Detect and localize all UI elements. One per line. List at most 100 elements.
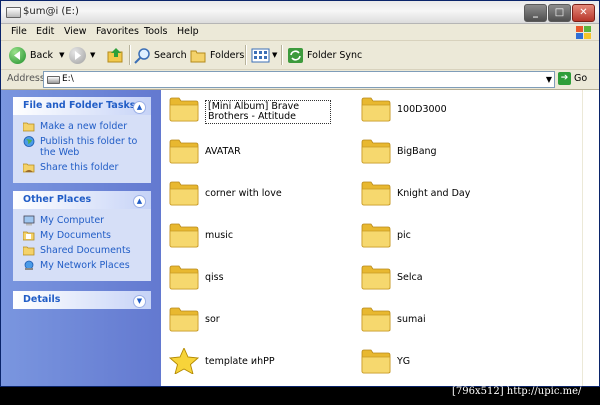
up-folder-button[interactable] — [107, 46, 125, 64]
file-item[interactable]: corner with love — [169, 178, 354, 210]
folder-sync-icon — [288, 47, 303, 63]
file-item[interactable]: qiss — [169, 262, 354, 294]
minimize-button[interactable]: _ — [524, 4, 547, 22]
shared-documents-icon — [23, 246, 35, 256]
file-list: [Mini Album] Brave Brothers - Attitude 10… — [161, 90, 581, 386]
other-places-panel: Other Places ▲ My Computer My Documents … — [13, 191, 151, 281]
my-documents-icon — [23, 231, 35, 241]
file-item[interactable]: template иhPP — [169, 346, 354, 378]
file-item[interactable]: BigBang — [361, 136, 546, 168]
folder-icon — [361, 97, 391, 122]
go-button[interactable]: ➔ Go — [558, 72, 587, 85]
file-name: 100D3000 — [397, 104, 447, 115]
vertical-scrollbar[interactable] — [582, 90, 599, 386]
folder-icon — [169, 97, 199, 122]
drive-icon — [47, 76, 60, 84]
file-name: pic — [397, 230, 411, 241]
file-item[interactable]: Knight and Day — [361, 178, 546, 210]
back-arrow-icon — [9, 46, 26, 64]
watermark-text: [796x512] http://upic.me/ — [452, 386, 582, 397]
menu-view[interactable]: View — [64, 26, 87, 37]
menu-favorites[interactable]: Favorites — [96, 26, 139, 37]
file-item[interactable]: [Mini Album] Brave Brothers - Attitude — [169, 94, 354, 126]
drive-icon — [6, 7, 21, 18]
task-share-folder[interactable]: Share this folder — [23, 162, 151, 173]
folder-icon — [169, 139, 199, 164]
file-item[interactable]: AVATAR — [169, 136, 354, 168]
folder-icon — [169, 265, 199, 290]
place-my-computer[interactable]: My Computer — [23, 215, 151, 226]
folders-icon — [190, 50, 206, 62]
explorer-window: $um@i (E:) _ □ ✕ File Edit View Favorite… — [0, 0, 600, 387]
file-name: Selca — [397, 272, 423, 283]
go-arrow-icon: ➔ — [558, 72, 571, 85]
folder-icon — [361, 139, 391, 164]
folder-icon — [169, 181, 199, 206]
folder-icon — [361, 265, 391, 290]
views-dropdown-icon[interactable]: ▼ — [272, 51, 277, 59]
task-pane: File and Folder Tasks ▲ Make a new folde… — [1, 90, 161, 386]
file-item[interactable]: music — [169, 220, 354, 252]
forward-button[interactable]: ▼ — [69, 46, 95, 64]
globe-icon — [23, 136, 35, 147]
title-bar[interactable]: $um@i (E:) _ □ ✕ — [1, 1, 599, 24]
file-item[interactable]: 100D3000 — [361, 94, 546, 126]
folder-sync-button[interactable]: Folder Sync — [287, 46, 362, 64]
my-computer-icon — [23, 215, 35, 226]
place-my-network[interactable]: My Network Places — [23, 260, 151, 271]
folder-icon — [169, 223, 199, 248]
back-label: Back — [30, 49, 54, 61]
file-item[interactable]: sor — [169, 304, 354, 336]
address-input[interactable]: E:\ ▼ — [43, 71, 555, 88]
file-name: YG — [397, 356, 411, 367]
folder-icon — [361, 223, 391, 248]
back-dropdown-icon[interactable]: ▼ — [59, 51, 64, 59]
menu-help[interactable]: Help — [177, 26, 199, 37]
file-item[interactable]: YG — [361, 346, 546, 378]
forward-dropdown-icon[interactable]: ▼ — [90, 51, 95, 59]
file-folder-tasks-panel: File and Folder Tasks ▲ Make a new folde… — [13, 97, 151, 183]
menu-edit[interactable]: Edit — [36, 26, 54, 37]
file-item[interactable]: sumai — [361, 304, 546, 336]
collapse-chevron-icon[interactable]: ▲ — [133, 195, 146, 208]
views-icon — [251, 48, 270, 62]
details-title: Details — [23, 294, 61, 305]
task-publish-web[interactable]: Publish this folder to the Web — [23, 136, 151, 158]
place-shared-documents[interactable]: Shared Documents — [23, 245, 151, 256]
place-my-documents[interactable]: My Documents — [23, 230, 151, 241]
file-item[interactable]: pic — [361, 220, 546, 252]
maximize-button[interactable]: □ — [548, 4, 571, 22]
task-make-new-folder[interactable]: Make a new folder — [23, 121, 151, 132]
menu-tools[interactable]: Tools — [144, 26, 167, 37]
window-title: $um@i (E:) — [23, 6, 79, 17]
file-name: template иhPP — [205, 356, 275, 367]
file-name: Knight and Day — [397, 188, 471, 199]
search-button[interactable]: Search — [134, 46, 187, 64]
network-places-icon — [24, 260, 34, 270]
share-folder-icon — [23, 163, 35, 173]
file-name: sumai — [397, 314, 426, 325]
views-button[interactable]: ▼ — [251, 46, 277, 64]
folders-button[interactable]: Folders — [190, 46, 244, 64]
file-name: [Mini Album] Brave Brothers - Attitude — [205, 100, 331, 124]
menu-file[interactable]: File — [11, 26, 27, 37]
other-places-title: Other Places — [23, 194, 92, 205]
close-button[interactable]: ✕ — [572, 4, 595, 22]
expand-chevron-icon[interactable]: ▼ — [133, 295, 146, 308]
details-header[interactable]: Details ▼ — [13, 291, 151, 309]
search-icon — [134, 47, 150, 64]
menu-bar: File Edit View Favorites Tools Help — [1, 24, 599, 41]
file-name: corner with love — [205, 188, 282, 199]
details-panel: Details ▼ — [13, 291, 151, 309]
file-folder-tasks-header[interactable]: File and Folder Tasks ▲ — [13, 97, 151, 115]
other-places-header[interactable]: Other Places ▲ — [13, 191, 151, 209]
back-button[interactable]: Back ▼ — [9, 46, 64, 64]
collapse-chevron-icon[interactable]: ▲ — [133, 101, 146, 114]
address-bar: Address E:\ ▼ ➔ Go — [1, 70, 599, 90]
folder-sync-label: Folder Sync — [307, 49, 363, 61]
address-dropdown-icon[interactable]: ▼ — [546, 75, 552, 84]
folders-label: Folders — [210, 49, 245, 61]
file-item[interactable]: Selca — [361, 262, 546, 294]
file-name: music — [205, 230, 234, 241]
forward-arrow-icon — [69, 46, 86, 64]
